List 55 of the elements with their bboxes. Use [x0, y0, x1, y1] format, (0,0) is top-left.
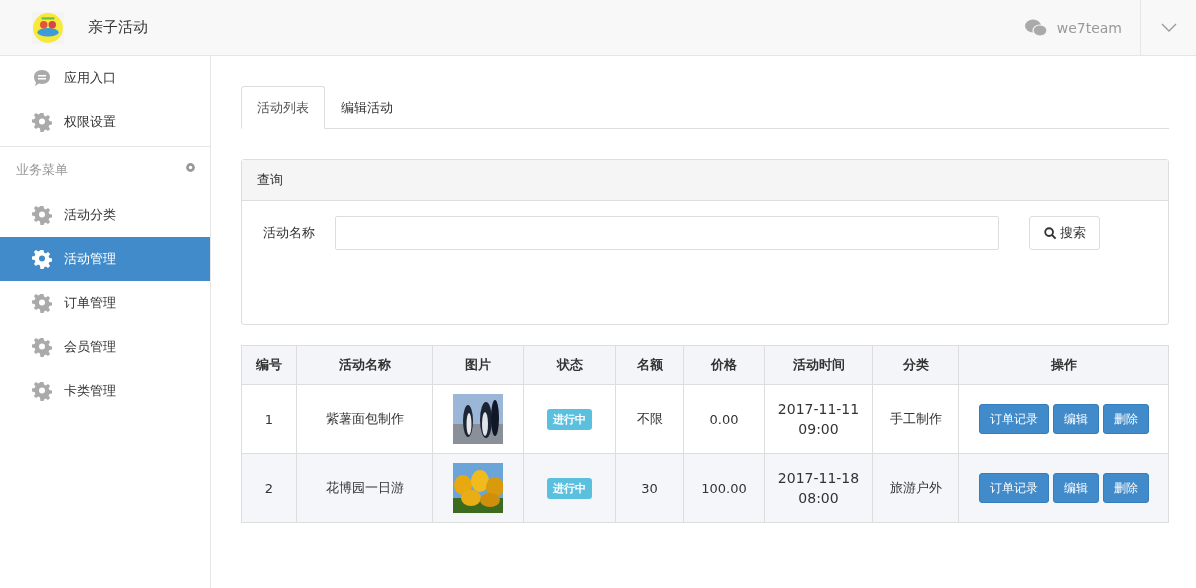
column-header: 图片 [432, 345, 524, 385]
gear-icon [32, 293, 52, 313]
column-header: 操作 [958, 345, 1169, 385]
column-header: 名额 [615, 345, 684, 385]
table-cell: 2017-11-18 08:00 [764, 453, 873, 523]
table-cell: 1 [241, 384, 297, 454]
chat-icon [32, 68, 52, 88]
gear-icon [32, 337, 52, 357]
tab[interactable]: 活动列表 [241, 86, 325, 129]
table-cell: 30 [615, 453, 684, 523]
column-header: 活动名称 [296, 345, 433, 385]
status-badge: 进行中 [547, 478, 592, 499]
gear-icon [32, 112, 52, 132]
sidebar-item[interactable]: 卡类管理 [0, 369, 210, 413]
column-header: 分类 [872, 345, 959, 385]
field-label: 活动名称 [263, 224, 316, 242]
action-button[interactable]: 订单记录 [978, 473, 1049, 503]
sidebar-item[interactable]: 活动分类 [0, 193, 210, 237]
table-cell: 旅游户外 [872, 453, 959, 523]
app-title: 亲子活动 [88, 18, 148, 37]
search-icon [1043, 226, 1057, 240]
column-header: 编号 [241, 345, 297, 385]
input-field[interactable] [335, 216, 999, 250]
gear-icon [32, 249, 52, 269]
table-cell: 紫薯面包制作 [296, 384, 433, 454]
action-button[interactable]: 编辑 [1052, 404, 1099, 434]
action-button[interactable]: 编辑 [1052, 473, 1099, 503]
chevron-down-icon [1160, 22, 1177, 33]
gear-icon[interactable] [185, 161, 196, 173]
table-cell: 0.00 [683, 384, 765, 454]
gear-icon [32, 205, 52, 225]
table-cell: 2017-11-11 09:00 [764, 384, 873, 454]
tab[interactable]: 编辑活动 [325, 86, 409, 129]
sidebar-item[interactable]: 订单管理 [0, 281, 210, 325]
search-button[interactable]: 搜索 [1029, 216, 1100, 250]
action-button[interactable]: 删除 [1102, 473, 1149, 503]
section-title: 业务菜单 [16, 161, 68, 179]
table-cell: 2 [241, 453, 297, 523]
table-cell: 100.00 [683, 453, 765, 523]
column-header: 状态 [523, 345, 616, 385]
action-button[interactable]: 删除 [1102, 404, 1149, 434]
status-badge: 进行中 [547, 409, 592, 430]
column-header: 价格 [683, 345, 765, 385]
panel-title: 查询 [257, 171, 283, 189]
column-header: 活动时间 [764, 345, 873, 385]
table-cell: 花博园一日游 [296, 453, 433, 523]
table-cell: 手工制作 [872, 384, 959, 454]
action-button[interactable]: 订单记录 [978, 404, 1049, 434]
sidebar-item[interactable]: 活动管理 [0, 237, 210, 281]
sidebar-item[interactable]: 应用入口 [0, 56, 210, 100]
table-cell: 不限 [615, 384, 684, 454]
gear-icon [32, 381, 52, 401]
sidebar-item[interactable]: 会员管理 [0, 325, 210, 369]
sidebar-item[interactable]: 权限设置 [0, 100, 210, 144]
wechat-icon[interactable] [1024, 18, 1047, 37]
